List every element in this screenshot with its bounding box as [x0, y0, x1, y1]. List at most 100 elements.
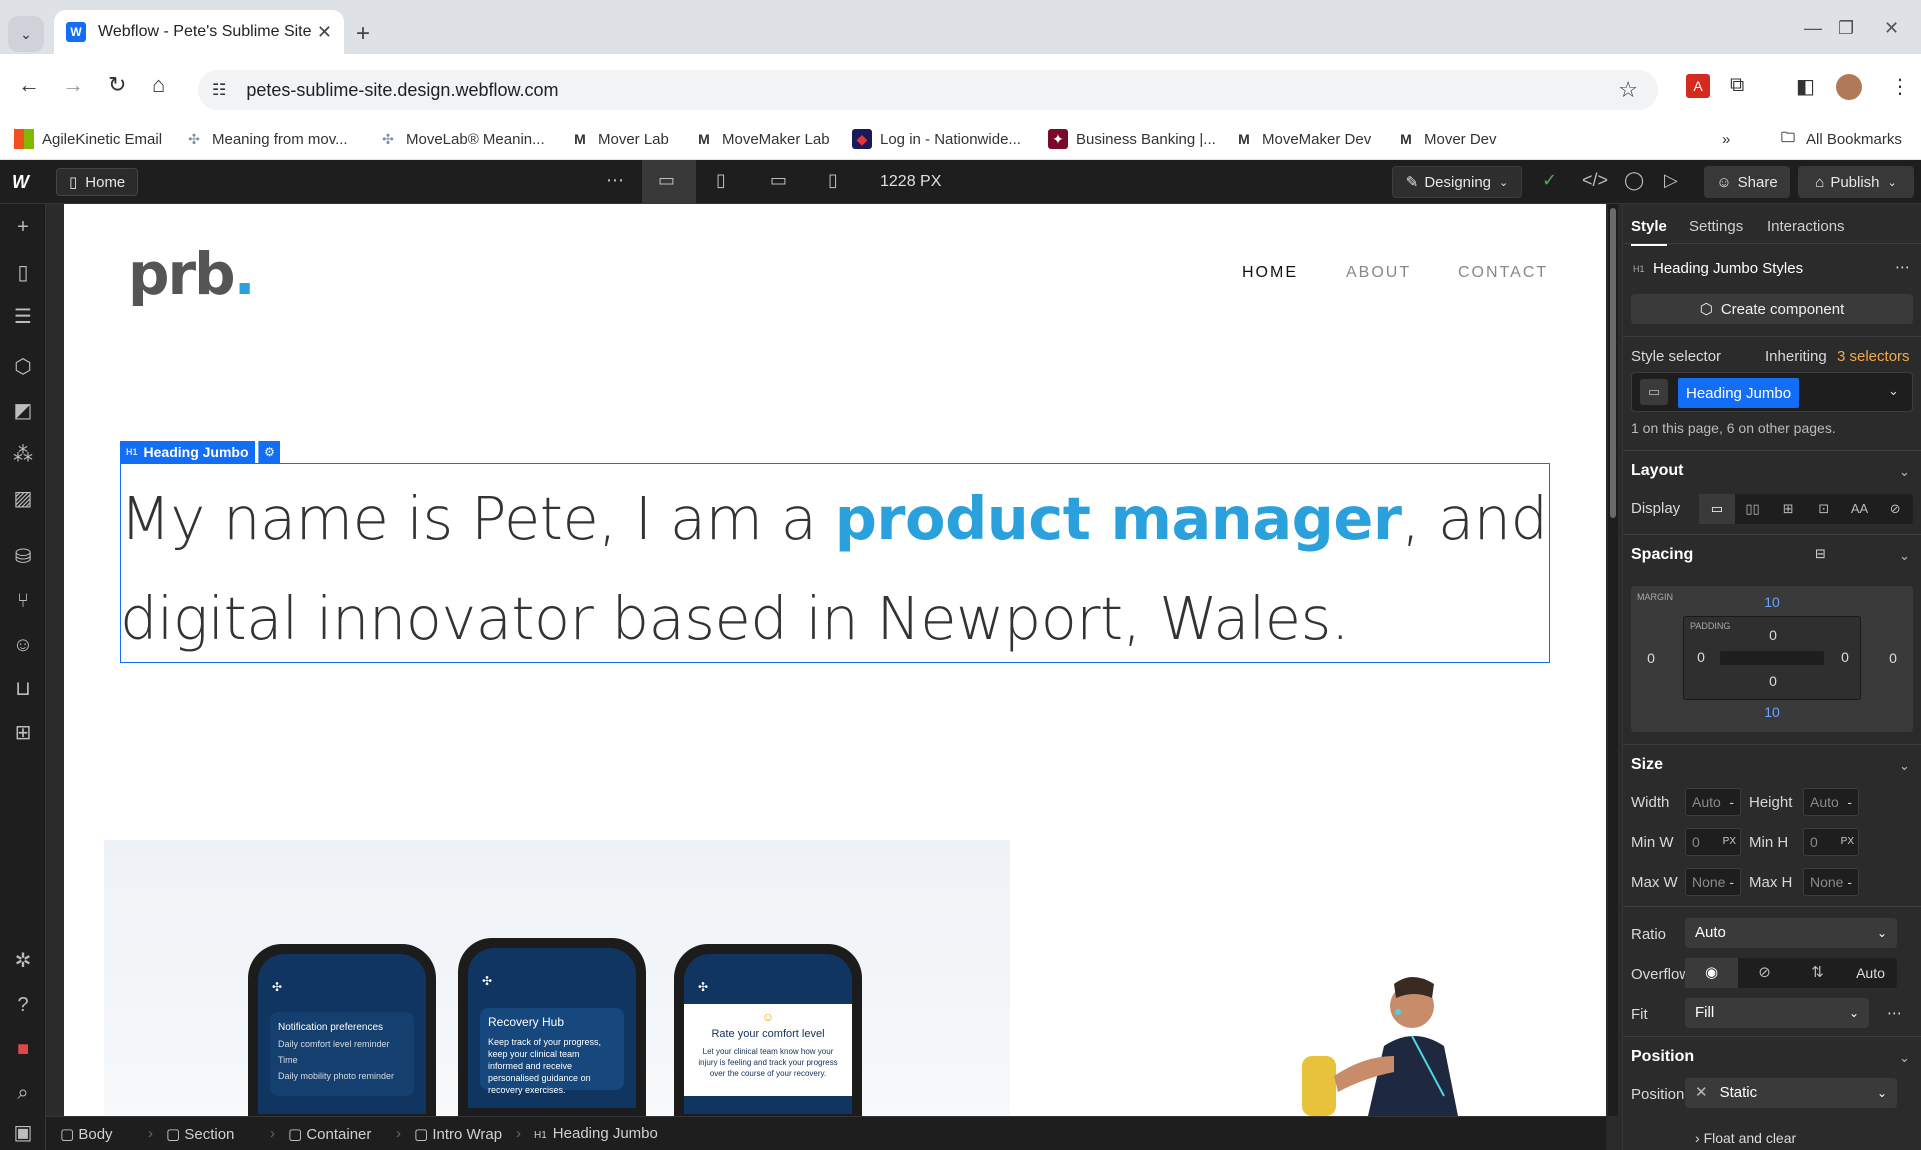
page-selector[interactable]: ▯ Home: [56, 168, 139, 196]
audit-icon[interactable]: ■: [10, 1036, 36, 1062]
tab-search-button[interactable]: ⌄: [8, 16, 44, 52]
address-bar[interactable]: ☷ petes-sublime-site.design.webflow.com …: [198, 70, 1658, 110]
code-icon[interactable]: </>: [1582, 170, 1608, 191]
breadcrumb-intro-wrap[interactable]: ▢ Intro Wrap: [414, 1125, 502, 1143]
back-icon[interactable]: ←: [18, 72, 40, 98]
spacing-preset-icon[interactable]: ⊟: [1815, 546, 1826, 562]
more-options-icon[interactable]: ⋯: [1895, 258, 1910, 276]
max-width-unit[interactable]: -: [1729, 869, 1734, 895]
hero-heading[interactable]: My name is Pete, I am a product manager,…: [120, 469, 1550, 669]
breadcrumb-container[interactable]: ▢ Container: [288, 1125, 371, 1143]
breadcrumb-section[interactable]: ▢ Section: [166, 1125, 234, 1143]
ecommerce-icon[interactable]: ⊔: [10, 676, 36, 702]
scrollbar-thumb[interactable]: [1610, 208, 1616, 518]
new-tab-icon[interactable]: +: [356, 20, 370, 48]
nav-link-contact[interactable]: CONTACT: [1458, 264, 1548, 282]
all-bookmarks[interactable]: 🗀 All Bookmarks: [1778, 126, 1902, 152]
reload-icon[interactable]: ↻: [108, 72, 126, 98]
min-width-input[interactable]: 0 PX: [1685, 828, 1741, 856]
overflow-scroll-icon[interactable]: ⇅: [1791, 958, 1844, 988]
layout-section-title[interactable]: Layout: [1631, 462, 1683, 480]
chevron-down-icon[interactable]: ⌄: [1899, 758, 1910, 774]
preview-play-icon[interactable]: ▷: [1664, 170, 1678, 191]
mobile-portrait-icon[interactable]: ▯: [828, 170, 838, 191]
display-flex-icon[interactable]: ▯▯: [1735, 494, 1771, 524]
pages-icon[interactable]: ▯: [10, 260, 36, 286]
overflow-visible-icon[interactable]: ◉: [1685, 958, 1738, 988]
selector-chip[interactable]: Heading Jumbo: [1678, 378, 1800, 408]
search-icon[interactable]: ⌕: [10, 1080, 36, 1106]
cms-icon[interactable]: ⛁: [10, 544, 36, 570]
height-input[interactable]: Auto -: [1803, 788, 1859, 816]
close-tab-icon[interactable]: ✕: [317, 22, 332, 43]
nav-link-home[interactable]: HOME: [1242, 264, 1298, 282]
display-inline-block-icon[interactable]: ⊡: [1806, 494, 1842, 524]
width-input[interactable]: Auto -: [1685, 788, 1741, 816]
display-block-icon[interactable]: ▭: [1699, 494, 1735, 524]
position-section-title[interactable]: Position: [1631, 1048, 1694, 1066]
menu-icon[interactable]: ⋮: [1890, 74, 1910, 99]
padding-bottom-value[interactable]: 0: [1766, 673, 1780, 689]
spacing-section-title[interactable]: Spacing: [1631, 546, 1693, 564]
overflow-hidden-icon[interactable]: ⊘: [1738, 958, 1791, 988]
chevron-down-icon[interactable]: ⌄: [1899, 1050, 1910, 1066]
home-icon[interactable]: ⌂: [152, 72, 165, 98]
nav-link-about[interactable]: ABOUT: [1346, 264, 1411, 282]
max-height-input[interactable]: None -: [1803, 868, 1859, 896]
bookmark-item[interactable]: M MoveMaker Lab: [694, 126, 829, 152]
min-width-unit[interactable]: PX: [1723, 829, 1736, 855]
selector-state-icon[interactable]: ▭: [1640, 379, 1668, 405]
mode-selector[interactable]: ✎ Designing ⌄: [1392, 166, 1522, 198]
bookmark-item[interactable]: ✣ MoveLab® Meanin...: [378, 126, 545, 152]
display-inline-icon[interactable]: AA: [1842, 494, 1878, 524]
tab-interactions[interactable]: Interactions: [1767, 218, 1845, 235]
min-height-unit[interactable]: PX: [1841, 829, 1854, 855]
display-none-icon[interactable]: ⊘: [1877, 494, 1913, 524]
overflow-auto-option[interactable]: Auto: [1844, 958, 1897, 988]
check-circle-icon[interactable]: ✓: [1542, 170, 1557, 191]
share-button[interactable]: ☺ Share: [1704, 166, 1790, 198]
chevron-down-icon[interactable]: ⌄: [1888, 383, 1899, 399]
browser-tab[interactable]: W Webflow - Pete's Sublime Site ✕: [54, 10, 344, 54]
margin-top-value[interactable]: 10: [1762, 594, 1782, 610]
create-component-button[interactable]: ⬡ Create component: [1631, 294, 1913, 324]
padding-top-value[interactable]: 0: [1766, 627, 1780, 643]
components-icon[interactable]: ⬡: [10, 354, 36, 380]
variables-icon[interactable]: ⁂: [10, 442, 36, 468]
inheriting-selectors-link[interactable]: 3 selectors: [1837, 348, 1910, 365]
fit-select[interactable]: Fill ⌄: [1685, 998, 1869, 1028]
tab-style[interactable]: Style: [1631, 218, 1667, 246]
bookmark-item[interactable]: ✦ Business Banking |...: [1048, 126, 1216, 152]
comment-icon[interactable]: ◯: [1624, 170, 1644, 191]
users-icon[interactable]: ☺: [10, 632, 36, 658]
max-width-input[interactable]: None -: [1685, 868, 1741, 896]
side-panel-icon[interactable]: ◧: [1796, 74, 1815, 99]
bookmark-item[interactable]: M Mover Dev: [1396, 126, 1496, 152]
selected-element-label[interactable]: H1 Heading Jumbo: [120, 441, 255, 463]
breakpoint-desktop[interactable]: ▭: [642, 160, 696, 204]
min-height-input[interactable]: 0 PX: [1803, 828, 1859, 856]
canvas-scrollbar[interactable]: [1608, 204, 1618, 1116]
breadcrumb-heading-jumbo[interactable]: H1 Heading Jumbo: [534, 1125, 658, 1142]
bookmark-item[interactable]: M MoveMaker Dev: [1234, 126, 1371, 152]
bookmark-item[interactable]: ✣ Meaning from mov...: [184, 126, 347, 152]
chevron-down-icon[interactable]: ⌄: [1899, 548, 1910, 564]
apps-icon[interactable]: ⊞: [10, 720, 36, 746]
height-unit[interactable]: -: [1847, 789, 1852, 815]
publish-button[interactable]: ⌂ Publish ⌄: [1798, 166, 1914, 198]
minimize-icon[interactable]: —: [1804, 18, 1822, 39]
pdf-extension-icon[interactable]: A: [1686, 74, 1710, 98]
width-unit[interactable]: -: [1729, 789, 1734, 815]
tablet-icon[interactable]: ▯: [716, 170, 726, 191]
margin-left-value[interactable]: 0: [1643, 650, 1659, 666]
ratio-select[interactable]: Auto ⌄: [1685, 918, 1897, 948]
video-tutorials-icon[interactable]: ▣: [10, 1120, 36, 1146]
float-and-clear-toggle[interactable]: › Float and clear: [1695, 1130, 1796, 1146]
more-icon[interactable]: ⋯: [606, 170, 624, 191]
webflow-logo-icon[interactable]: W: [12, 172, 29, 193]
profile-avatar[interactable]: [1836, 74, 1862, 100]
bookmark-star-icon[interactable]: ☆: [1618, 77, 1638, 103]
size-section-title[interactable]: Size: [1631, 756, 1663, 774]
display-grid-icon[interactable]: ⊞: [1770, 494, 1806, 524]
logic-icon[interactable]: ⑂: [10, 588, 36, 614]
